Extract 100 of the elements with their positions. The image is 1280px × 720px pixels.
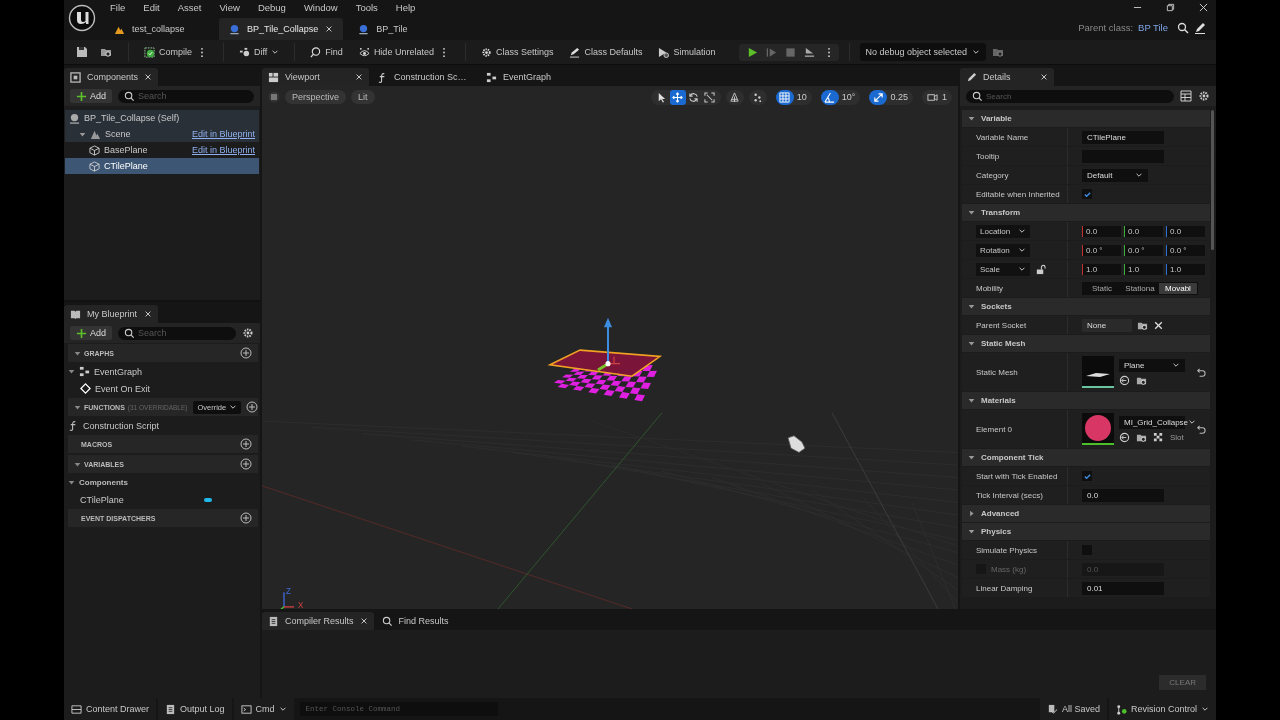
number-field[interactable]: 0.0 ° bbox=[1082, 244, 1121, 256]
expand-arrow-icon[interactable] bbox=[68, 368, 75, 375]
transform-dropdown[interactable]: Location bbox=[976, 224, 1030, 238]
toolbar-button[interactable]: Hide Unrelated bbox=[353, 42, 455, 62]
play-icon[interactable] bbox=[746, 46, 758, 58]
panel-tab[interactable]: Details bbox=[960, 68, 1054, 86]
search-icon[interactable] bbox=[1177, 21, 1189, 34]
expand-arrow-icon[interactable] bbox=[79, 130, 86, 138]
use-selected-icon[interactable] bbox=[1119, 374, 1130, 386]
blueprint-item[interactable]: EventGraph bbox=[94, 366, 143, 377]
number-field[interactable]: 0.0 bbox=[1166, 225, 1205, 237]
toolbar-button[interactable]: Simulation bbox=[653, 42, 721, 62]
blueprint-item[interactable]: Event On Exit bbox=[95, 383, 151, 394]
close-icon[interactable] bbox=[325, 25, 334, 33]
edit-in-blueprint-link[interactable]: Edit in Blueprint bbox=[191, 145, 255, 155]
panel-tab[interactable]: Components bbox=[64, 68, 159, 86]
number-field[interactable]: 1.0 bbox=[1082, 263, 1121, 275]
transform-dropdown[interactable]: Rotation bbox=[976, 243, 1030, 257]
number-field[interactable]: 1.0 bbox=[1124, 263, 1163, 275]
more-options-icon[interactable] bbox=[441, 46, 446, 58]
gear-icon[interactable] bbox=[242, 327, 254, 339]
pencil-icon[interactable] bbox=[1194, 21, 1206, 34]
content-drawer-button[interactable]: Content Drawer bbox=[64, 698, 157, 720]
mobility-option[interactable]: Movabl bbox=[1159, 282, 1197, 294]
cmd-dropdown[interactable]: Cmd bbox=[233, 698, 294, 720]
tree-row[interactable]: BP_Tile_Collapse (Self) bbox=[65, 110, 259, 126]
folder-search-icon[interactable] bbox=[992, 46, 1005, 58]
camera-speed-button[interactable]: 1 bbox=[922, 89, 952, 105]
mobility-option[interactable]: Stationa bbox=[1121, 282, 1159, 294]
number-field[interactable]: 1.0 bbox=[1166, 263, 1205, 275]
lighting-mode-button[interactable]: Lit bbox=[351, 90, 375, 104]
add-circle-icon[interactable] bbox=[240, 347, 252, 359]
blueprint-item[interactable]: Construction Script bbox=[83, 420, 160, 431]
editor-tab[interactable]: Viewport bbox=[262, 68, 369, 86]
transform-tool-button[interactable] bbox=[669, 89, 686, 105]
tree-row[interactable]: Scene Edit in Blueprint bbox=[65, 126, 259, 142]
add-button[interactable]: Add bbox=[70, 326, 112, 340]
menu-item[interactable]: View bbox=[219, 2, 240, 13]
number-field[interactable]: 0.0 ° bbox=[1124, 244, 1163, 256]
editor-tab[interactable]: EventGraph bbox=[480, 68, 587, 86]
menu-icon[interactable] bbox=[268, 91, 280, 103]
blueprint-item[interactable]: CTilePlane bbox=[80, 494, 124, 505]
document-tab[interactable]: BP_Tile bbox=[348, 18, 459, 40]
section-header[interactable]: Component Tick bbox=[962, 449, 1210, 466]
restore-icon[interactable] bbox=[1166, 3, 1175, 12]
add-circle-icon[interactable] bbox=[246, 401, 259, 413]
menu-item[interactable]: Help bbox=[395, 2, 416, 13]
stop-icon[interactable] bbox=[784, 46, 796, 58]
reset-arrow-icon[interactable] bbox=[1195, 366, 1206, 378]
close-icon[interactable] bbox=[1199, 3, 1208, 12]
section-header[interactable]: Sockets bbox=[962, 298, 1210, 315]
menu-item[interactable]: Debug bbox=[257, 2, 286, 13]
toolbar-button[interactable]: Compile bbox=[139, 42, 213, 62]
menu-item[interactable]: Edit bbox=[143, 2, 160, 13]
section-header[interactable]: Advanced bbox=[962, 505, 1210, 522]
editor-tab[interactable]: Construction Sc… bbox=[371, 68, 478, 86]
snap-value[interactable]: 10 bbox=[796, 92, 807, 102]
toolbar-button[interactable]: Find bbox=[305, 42, 348, 62]
use-selected-icon[interactable] bbox=[1119, 431, 1130, 443]
search-field[interactable]: Search bbox=[966, 89, 1174, 103]
menu-item[interactable]: Tools bbox=[355, 2, 378, 13]
tree-row[interactable]: CTilePlane bbox=[65, 158, 259, 174]
tree-row[interactable]: BasePlane Edit in Blueprint bbox=[65, 142, 259, 158]
checkbox[interactable] bbox=[1082, 189, 1092, 199]
surface-snap-button[interactable] bbox=[748, 89, 767, 105]
results-tab[interactable]: Compiler Results bbox=[262, 612, 374, 630]
text-field[interactable]: 0.01 bbox=[1082, 581, 1164, 595]
reset-arrow-icon[interactable] bbox=[1195, 423, 1206, 435]
section-header[interactable]: Static Mesh bbox=[962, 335, 1210, 352]
close-icon[interactable] bbox=[359, 617, 368, 625]
edit-in-blueprint-link[interactable]: Edit in Blueprint bbox=[191, 129, 255, 139]
transform-tool-button[interactable] bbox=[701, 89, 718, 105]
number-field[interactable]: 0.0 bbox=[1082, 225, 1121, 237]
surface-snap-button[interactable] bbox=[725, 89, 744, 105]
menu-item[interactable]: File bbox=[110, 2, 126, 13]
expand-arrow-icon[interactable] bbox=[68, 479, 75, 486]
save-icon[interactable] bbox=[76, 46, 88, 58]
mobility-option[interactable]: Static bbox=[1083, 282, 1121, 294]
number-field[interactable]: 0.0 ° bbox=[1166, 244, 1205, 256]
save-status-button[interactable]: All Saved bbox=[1039, 698, 1107, 720]
revision-control-button[interactable]: Revision Control bbox=[1108, 698, 1216, 720]
snap-toggle[interactable] bbox=[775, 89, 794, 105]
close-icon[interactable] bbox=[144, 73, 153, 81]
search-field[interactable]: Search bbox=[118, 89, 254, 103]
close-icon[interactable] bbox=[144, 310, 152, 318]
unlocked-padlock-icon[interactable] bbox=[1035, 263, 1046, 275]
add-button[interactable]: Add bbox=[70, 89, 112, 103]
panel-tab[interactable]: My Blueprint bbox=[64, 305, 158, 323]
text-field[interactable]: CTilePlane bbox=[1082, 130, 1164, 144]
search-field[interactable]: Search bbox=[118, 326, 236, 340]
engine-logo[interactable] bbox=[68, 4, 96, 32]
step-icon[interactable] bbox=[765, 46, 777, 58]
output-log-button[interactable]: Output Log bbox=[158, 698, 232, 720]
document-tab[interactable]: test_collapse bbox=[104, 18, 214, 40]
snap-toggle[interactable] bbox=[869, 89, 888, 105]
close-icon[interactable] bbox=[355, 73, 363, 81]
asset-dropdown[interactable]: Plane bbox=[1119, 358, 1185, 372]
add-circle-icon[interactable] bbox=[240, 512, 252, 524]
section-header[interactable]: Physics bbox=[962, 523, 1210, 540]
blueprint-item[interactable]: Components bbox=[79, 478, 128, 487]
